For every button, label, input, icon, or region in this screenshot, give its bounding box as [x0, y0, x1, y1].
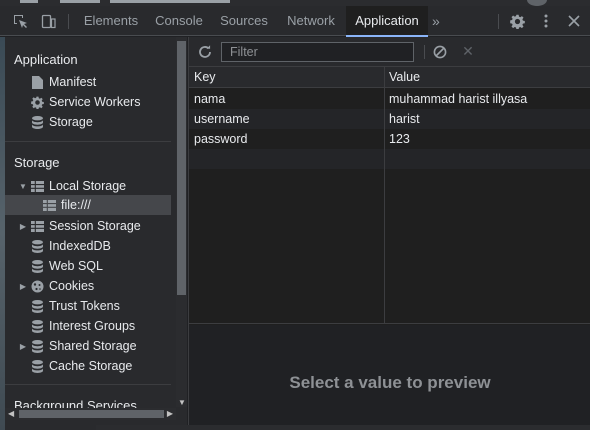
database-icon: [30, 339, 44, 353]
sidebar-item-shared-storage[interactable]: ▶ Shared Storage: [5, 336, 171, 356]
sidebar-item-local-storage[interactable]: ▼ Local Storage: [5, 176, 171, 196]
cookie-icon: [30, 279, 44, 293]
row-key: username: [194, 112, 250, 126]
tab-network[interactable]: Network: [278, 6, 344, 36]
caret-down-icon[interactable]: ▼: [19, 182, 27, 191]
row-value: 123: [389, 132, 410, 146]
row-key: password: [194, 132, 248, 146]
sidebar-item-interest-groups[interactable]: Interest Groups: [5, 316, 171, 336]
sidebar-item-label: Service Workers: [49, 95, 141, 109]
tab-sources[interactable]: Sources: [212, 6, 276, 36]
sidebar-item-label: file:///: [61, 198, 91, 212]
local-storage-panel: ✕ Key Value nama muhammad harist illyasa…: [188, 37, 590, 430]
toolbar-divider: [424, 45, 425, 59]
grid-icon: [30, 219, 44, 233]
grid-icon: [42, 198, 56, 212]
empty-table-row[interactable]: [189, 149, 590, 169]
scroll-right-arrow-icon[interactable]: ▶: [167, 409, 173, 418]
toolbar-divider: [68, 14, 69, 29]
database-icon: [30, 239, 44, 253]
sidebar-item-label: Interest Groups: [49, 319, 136, 333]
sidebar-item-label: Cache Storage: [49, 359, 133, 373]
column-header-key[interactable]: Key: [194, 70, 216, 84]
gear-icon: [30, 95, 44, 109]
section-divider: [5, 384, 171, 385]
sidebar-item-label: Trust Tokens: [49, 299, 120, 313]
tab-strip-fragment: [60, 0, 100, 3]
sidebar-item-label: IndexedDB: [49, 239, 111, 253]
inspect-element-icon[interactable]: [10, 6, 30, 36]
section-title-application: Application: [14, 52, 78, 67]
delete-selected-icon[interactable]: ✕: [461, 44, 475, 58]
sidebar-item-cookies[interactable]: ▶ Cookies: [5, 276, 171, 296]
filter-input[interactable]: [221, 42, 414, 62]
sidebar-item-manifest[interactable]: Manifest: [5, 72, 171, 92]
tab-strip-fragment: [110, 0, 230, 3]
scroll-down-arrow-icon[interactable]: ▼: [178, 398, 186, 407]
sidebar-item-label: Cookies: [49, 279, 95, 293]
database-icon: [30, 319, 44, 333]
database-icon: [30, 259, 44, 273]
sidebar-item-label: Manifest: [49, 75, 97, 89]
sidebar-item-label: Storage: [49, 115, 93, 129]
row-value: harist: [389, 112, 420, 126]
sidebar-item-label: Session Storage: [49, 219, 141, 233]
sidebar-item-label: Web SQL: [49, 259, 103, 273]
devtools-toolbar: Elements Console Sources Network Applica…: [0, 6, 590, 37]
table-row[interactable]: username harist: [189, 109, 590, 129]
grid-icon: [30, 179, 44, 193]
section-title-storage: Storage: [14, 155, 60, 170]
tab-console[interactable]: Console: [148, 6, 210, 36]
toolbar-divider: [498, 14, 499, 29]
column-divider[interactable]: [384, 67, 385, 324]
more-tabs-button[interactable]: »: [432, 6, 440, 36]
clear-all-icon[interactable]: [433, 45, 447, 59]
caret-right-icon[interactable]: ▶: [19, 222, 27, 231]
value-preview-pane: Select a value to preview: [189, 325, 590, 430]
sidebar-item-service-workers[interactable]: Service Workers: [5, 92, 171, 112]
gear-icon[interactable]: [507, 6, 527, 36]
sidebar-item-indexeddb[interactable]: IndexedDB: [5, 236, 171, 256]
file-icon: [30, 75, 44, 89]
caret-right-icon[interactable]: ▶: [19, 282, 27, 291]
storage-toolbar: ✕: [189, 37, 590, 67]
row-value: muhammad harist illyasa: [389, 92, 528, 106]
section-divider: [5, 141, 171, 142]
sidebar-horizontal-scrollbar[interactable]: ◀ ▶: [5, 408, 176, 420]
storage-table: Key Value nama muhammad harist illyasa u…: [189, 67, 590, 324]
close-icon[interactable]: [564, 6, 584, 36]
table-row[interactable]: password 123: [189, 129, 590, 149]
sidebar-item-session-storage[interactable]: ▶ Session Storage: [5, 216, 171, 236]
table-header: Key Value: [189, 67, 590, 88]
sidebar-item-storage[interactable]: Storage: [5, 112, 171, 132]
sidebar-item-web-sql[interactable]: Web SQL: [5, 256, 171, 276]
tab-elements[interactable]: Elements: [76, 6, 146, 36]
sidebar-item-file-origin[interactable]: file:///: [5, 195, 171, 215]
tab-strip-fragment: [20, 0, 38, 3]
device-toolbar-icon[interactable]: [38, 6, 58, 36]
column-header-value[interactable]: Value: [389, 70, 420, 84]
scroll-left-arrow-icon[interactable]: ◀: [8, 409, 14, 418]
database-icon: [30, 299, 44, 313]
database-icon: [30, 359, 44, 373]
sidebar-item-cache-storage[interactable]: Cache Storage: [5, 356, 171, 376]
caret-right-icon[interactable]: ▶: [19, 342, 27, 351]
scrollbar-thumb[interactable]: [19, 410, 164, 418]
window-bottom-edge: [96, 425, 590, 430]
tab-application[interactable]: Application: [346, 6, 428, 37]
sidebar-item-label: Local Storage: [49, 179, 127, 193]
database-icon: [30, 115, 44, 129]
preview-placeholder: Select a value to preview: [289, 373, 491, 392]
kebab-menu-icon[interactable]: [536, 6, 556, 36]
sidebar-item-label: Shared Storage: [49, 339, 137, 353]
table-row[interactable]: nama muhammad harist illyasa: [189, 89, 590, 109]
sidebar-item-trust-tokens[interactable]: Trust Tokens: [5, 296, 171, 316]
refresh-icon[interactable]: [197, 44, 213, 60]
scrollbar-thumb[interactable]: [177, 41, 186, 295]
sidebar-vertical-scrollbar[interactable]: ▼: [176, 37, 187, 407]
application-sidebar: Application Manifest Service Workers Sto…: [5, 37, 187, 430]
row-key: nama: [194, 92, 226, 106]
